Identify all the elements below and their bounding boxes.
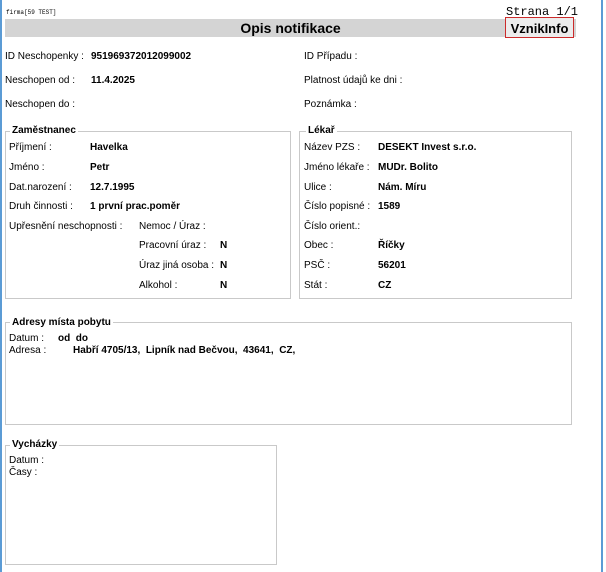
id-neschopenky-label: ID Neschopenky :	[5, 51, 84, 62]
neschopen-od-value: 11.4.2025	[91, 75, 135, 86]
druh-cinnosti-value: 1 první prac.poměr	[90, 201, 181, 212]
datnar-label: Dat.narození :	[9, 182, 72, 193]
pracovni-uraz-label: Pracovní úraz :	[139, 240, 207, 251]
ulice-value: Nám. Míru	[378, 182, 427, 193]
upresneni-label: Upřesnění neschopnosti :	[9, 221, 123, 232]
psc-label: PSČ :	[304, 260, 331, 271]
right-frame-line	[601, 0, 603, 572]
alkohol-label: Alkohol :	[139, 280, 178, 291]
firma-label: firma[59 TEST]	[6, 9, 57, 16]
stat-label: Stát :	[304, 280, 328, 291]
jmeno-label: Jméno :	[9, 162, 45, 173]
prijmeni-value: Havelka	[90, 142, 128, 153]
vychazky-casy-label: Časy :	[9, 467, 38, 478]
title-bar: Opis notifikace	[5, 19, 576, 37]
lekar-title: Lékař	[306, 125, 337, 137]
vznikinfo-badge[interactable]: VznikInfo	[505, 17, 574, 38]
adresy-datum-value: od do	[58, 333, 88, 344]
adresa-value: Habří 4705/13, Lipník nad Bečvou, 43641,…	[73, 345, 296, 356]
psc-value: 56201	[378, 260, 406, 271]
zamestnanec-box	[5, 131, 291, 299]
id-neschopenky-value: 951969372012099002	[91, 51, 192, 62]
adresy-box	[5, 322, 572, 425]
nemoc-uraz-label: Nemoc / Úraz :	[139, 221, 206, 232]
cislo-orient-label: Číslo orient.:	[304, 221, 361, 232]
nazev-pzs-label: Název PZS :	[304, 142, 361, 153]
neschopen-do-label: Neschopen do :	[5, 99, 76, 110]
datnar-value: 12.7.1995	[90, 182, 135, 193]
jmeno-value: Petr	[90, 162, 110, 173]
druh-cinnosti-label: Druh činnosti :	[9, 201, 73, 212]
prijmeni-label: Příjmení :	[9, 142, 52, 153]
obec-value: Říčky	[378, 240, 405, 251]
alkohol-value: N	[220, 280, 228, 291]
platnost-label: Platnost údajů ke dni :	[304, 75, 403, 86]
lekar-box	[299, 131, 572, 299]
uraz-jina-osoba-label: Úraz jiná osoba :	[139, 260, 215, 271]
pracovni-uraz-value: N	[220, 240, 228, 251]
left-frame-line	[0, 0, 2, 572]
obec-label: Obec :	[304, 240, 334, 251]
poznamka-label: Poznámka :	[304, 99, 357, 110]
vychazky-datum-label: Datum :	[9, 455, 45, 466]
cislo-popisne-label: Číslo popisné :	[304, 201, 371, 212]
vychazky-box	[5, 445, 277, 565]
zamestnanec-title: Zaměstnanec	[10, 125, 78, 137]
adresy-datum-label: Datum :	[9, 333, 45, 344]
neschopen-od-label: Neschopen od :	[5, 75, 76, 86]
adresy-title: Adresy místa pobytu	[10, 317, 113, 329]
jmeno-lekare-value: MUDr. Bolito	[378, 162, 438, 173]
ulice-label: Ulice :	[304, 182, 332, 193]
cislo-popisne-value: 1589	[378, 201, 401, 212]
stat-value: CZ	[378, 280, 392, 291]
id-pripadu-label: ID Případu :	[304, 51, 358, 62]
uraz-jina-osoba-value: N	[220, 260, 228, 271]
nazev-pzs-value: DESEKT Invest s.r.o.	[378, 142, 477, 153]
adresa-label: Adresa :	[9, 345, 47, 356]
vychazky-title: Vycházky	[10, 439, 60, 451]
jmeno-lekare-label: Jméno lékaře :	[304, 162, 370, 173]
page-title: Opis notifikace	[240, 20, 341, 36]
